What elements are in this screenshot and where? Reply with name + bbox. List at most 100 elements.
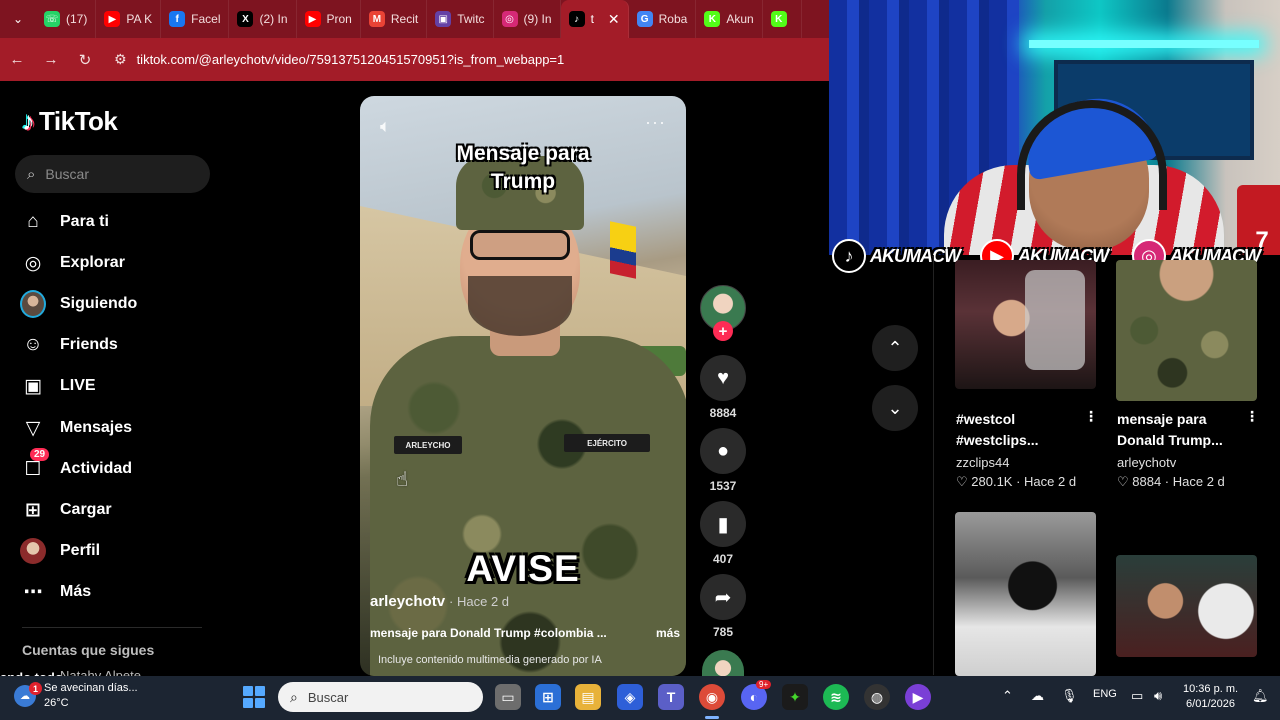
tab-label: Twitc [457,12,485,26]
save-button[interactable]: ▮ [700,501,746,547]
related-video-thumb[interactable] [955,260,1096,389]
razer-icon[interactable]: ✦ [782,684,808,710]
taskbar-clock[interactable]: 10:36 p. m. 6/01/2026 [1183,682,1238,712]
nav-item-following-avatar[interactable]: Siguiendo [20,289,137,319]
related-more-icon[interactable]: ⋮ [1245,408,1259,425]
tab-search-button[interactable]: ⌄ [0,0,36,38]
chrome-icon[interactable]: ◉ [699,684,725,710]
start-button[interactable] [243,686,265,708]
video-more-options-icon[interactable]: ··· [645,112,666,133]
media-player-icon[interactable]: ▶ [905,684,931,710]
back-button[interactable]: ← [0,38,34,81]
share-button[interactable]: ➦ [700,574,746,620]
language-indicator[interactable]: ENG [1093,688,1117,700]
close-tab-icon[interactable]: ✕ [608,11,620,28]
tiktok-logo[interactable]: ♪ TikTok [22,106,118,137]
browser-tab[interactable]: X (2) In [229,0,297,38]
gmail-icon: M [368,11,385,27]
browser-tab[interactable]: ◎ (9) In [494,0,561,38]
nav-item-live[interactable]: ▣ LIVE [20,371,96,401]
weather-widget[interactable]: ☁ 1 Se avecinan días... 26°C [14,681,138,711]
search-input[interactable]: ⌕ Buscar [15,155,210,193]
next-video-button[interactable]: ⌄ [872,385,918,431]
related-video-title[interactable]: mensaje para Donald Trump... [1117,409,1223,451]
nav-label: Mensajes [60,419,133,436]
url-field[interactable]: ⚙ tiktok.com/@arleychotv/video/759137512… [114,51,564,68]
browser-tab[interactable]: ▶ PA K [96,0,162,38]
forward-button[interactable]: → [34,38,68,81]
related-video-thumb[interactable] [1116,555,1257,657]
microphone-icon[interactable]: 🎙︎ [1061,688,1078,704]
app-icon[interactable]: ◈ [617,684,643,710]
led-light-image [1029,40,1259,48]
previous-video-button[interactable]: ⌃ [872,325,918,371]
nav-item-profile-avatar[interactable]: Perfil [20,536,100,566]
like-button[interactable]: ♥ [700,355,746,401]
search-icon: ⌕ [290,688,298,705]
social-handle-name: AKUMACW [870,245,961,266]
tab-label: (2) In [259,12,288,26]
caption-more-link[interactable]: más [656,626,680,640]
task-view-icon[interactable]: ▭ [495,684,521,710]
browser-tab[interactable]: M Recit [361,0,428,38]
upload-icon: ⊞ [25,499,41,521]
kick-icon: K [704,11,721,27]
spotify-icon[interactable]: ≋ [823,684,849,710]
tab-list: ☏ (17) ▶ PA K f Facel X (2) In ▶ Pron M Recit ▣ Twitc… [36,0,802,38]
nav-item-activity[interactable]: ☐ 29 Actividad [20,448,132,484]
social-handle: ♪ AKUMACW [832,237,961,275]
onedrive-icon[interactable]: ☁ [1031,688,1044,704]
browser-tab[interactable]: ▶ Pron [297,0,361,38]
tab-label: Roba [658,12,688,26]
browser-tab[interactable]: ♪ t ✕ [560,0,629,38]
tray-overflow-chevron-icon[interactable]: ⌃ [1002,688,1013,704]
network-icon[interactable]: ▭ [1131,688,1143,704]
volume-icon[interactable]: 🔊︎ [1154,688,1162,704]
video-author[interactable]: arleychotv · Hace 2 d [370,593,509,610]
active-app-indicator [705,716,719,719]
twitch-icon: ▣ [435,11,452,27]
comment-button[interactable]: ● [700,428,746,474]
follow-plus-icon[interactable]: + [713,321,733,341]
nav-item-compass[interactable]: ◎ Explorar [20,248,125,278]
taskbar-search[interactable]: ⌕ Buscar [278,682,483,712]
windows-taskbar: ☁ 1 Se avecinan días... 26°C ⌕ Buscar ▭ ⊞… [0,676,1280,720]
file-explorer-icon[interactable]: ▤ [575,684,601,710]
related-more-icon[interactable]: ⋮ [1084,408,1098,425]
tab-label: PA K [126,12,153,26]
browser-tab[interactable]: K Akun [696,0,763,38]
browser-tab[interactable]: ▣ Twitc [427,0,494,38]
nav-label: Perfil [60,542,101,559]
volume-icon[interactable]: 🔈︎ [380,116,391,137]
browser-tab[interactable]: ☏ (17) [36,0,97,38]
browser-tab[interactable]: G Roba [629,0,697,38]
nav-item-upload[interactable]: ⊞ Cargar [20,495,112,525]
instagram-icon: ◎ [501,11,518,27]
chevron-up-icon: ⌃ [887,337,903,358]
soldier-beard-image [468,276,572,336]
weather-text: Se avecinan días... 26°C [44,681,138,711]
teams-icon[interactable]: T [658,684,684,710]
notifications-icon[interactable]: 🔔︎ [1252,688,1269,704]
weather-headline: Se avecinan días... [44,682,138,694]
store-icon[interactable]: ⊞ [535,684,561,710]
obs-icon[interactable]: ◍ [864,684,890,710]
related-video-user[interactable]: arleychotv [1117,455,1176,470]
nav-item-home[interactable]: ⌂ Para ti [20,207,109,237]
reload-button[interactable]: ↻ [68,38,102,81]
related-video-thumb[interactable] [1116,260,1257,401]
author-username[interactable]: arleychotv [370,593,445,610]
site-info-icon[interactable]: ⚙ [114,51,127,68]
music-disc-avatar[interactable] [702,650,744,676]
nav-item-friends[interactable]: ☺ Friends [20,330,118,360]
related-video-thumb[interactable] [955,512,1096,676]
browser-tab[interactable]: f Facel [161,0,230,38]
video-player[interactable]: ARLEYCHO EJÉRCITO 🔈︎ ··· Mensaje para Tr… [360,96,686,676]
browser-tab[interactable]: K [763,0,802,38]
nav-item-more-dots[interactable]: ⋯ Más [20,577,92,607]
related-video-user[interactable]: zzclips44 [956,455,1009,470]
related-video-title[interactable]: #westcol #westclips... [956,409,1038,451]
tab-label: t [590,12,594,26]
post-time: · Hace 2 d [449,594,510,609]
nav-item-messages[interactable]: ▽ Mensajes [20,413,132,443]
